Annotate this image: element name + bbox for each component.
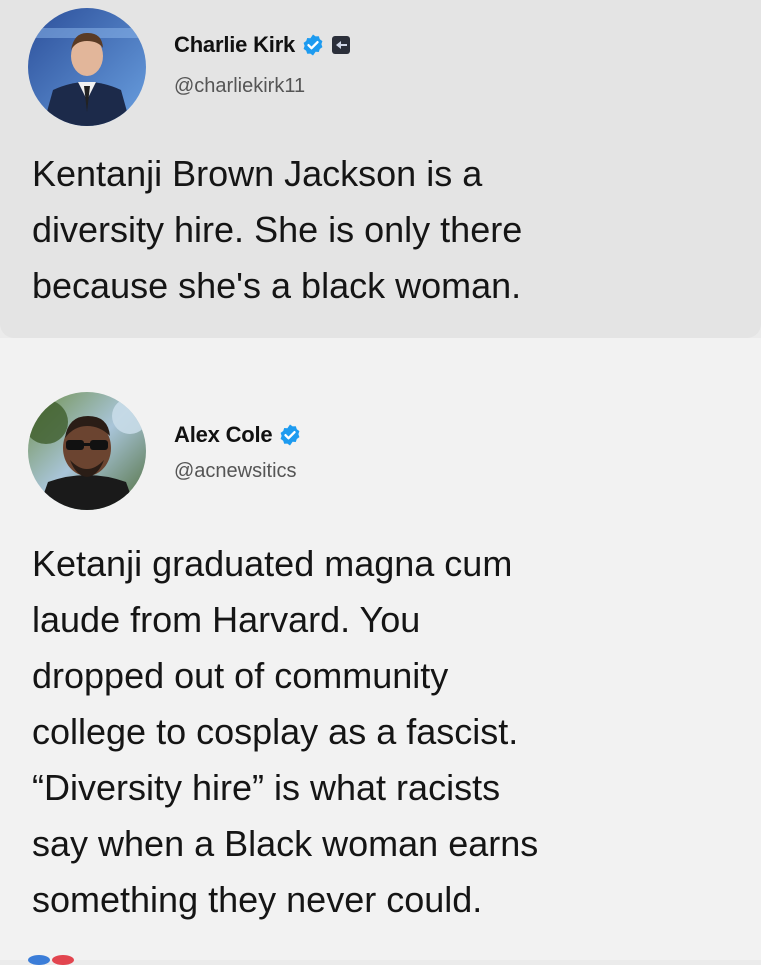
author-display-name[interactable]: Charlie Kirk xyxy=(174,32,295,58)
tweet-text: Ketanji graduated magna cum laude from H… xyxy=(32,543,539,920)
author-handle[interactable]: @acnewsitics xyxy=(174,460,297,483)
affiliation-badge-icon xyxy=(331,35,351,55)
tweet-card-charlie-kirk[interactable]: Charlie Kirk @charliekirk11 Kentanji Bro… xyxy=(0,0,761,338)
avatar[interactable] xyxy=(28,392,146,510)
verified-badge-icon xyxy=(278,423,302,447)
avatar[interactable] xyxy=(28,8,146,126)
author-handle[interactable]: @charliekirk11 xyxy=(174,75,305,98)
tweet-text: Kentanji Brown Jackson is a diversity hi… xyxy=(32,153,523,306)
author-display-name[interactable]: Alex Cole xyxy=(174,422,273,448)
author-row: Alex Cole xyxy=(174,422,302,448)
reaction-like-icon xyxy=(28,955,50,965)
reaction-love-icon xyxy=(52,955,74,965)
avatar-photo-man-sunglasses-icon xyxy=(28,392,146,510)
author-row: Charlie Kirk xyxy=(174,32,351,58)
verified-badge-icon xyxy=(301,33,325,57)
tweet-card-alex-cole[interactable]: Alex Cole @acnewsitics Ketanji graduated… xyxy=(0,338,761,960)
bottom-divider xyxy=(0,930,761,960)
avatar-photo-man-suit-icon xyxy=(28,8,146,126)
